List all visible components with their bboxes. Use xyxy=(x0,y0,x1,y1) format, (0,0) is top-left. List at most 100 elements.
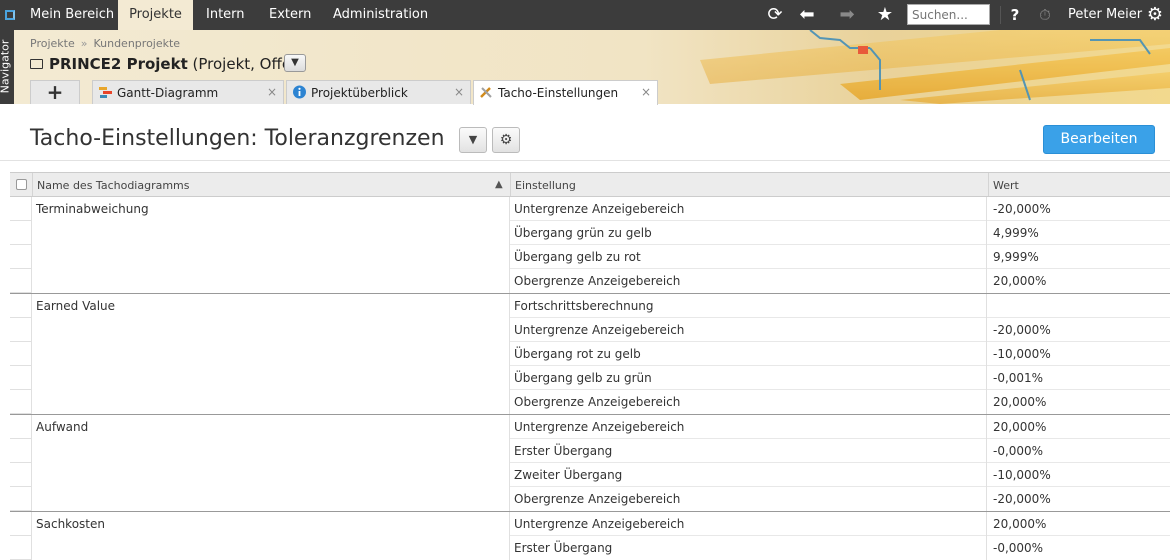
nav-intern[interactable]: Intern xyxy=(206,0,245,30)
nav-projekte[interactable]: Projekte xyxy=(118,0,193,30)
value-cell: -0,000% xyxy=(993,444,1044,458)
row-selector-cell[interactable] xyxy=(10,415,32,439)
close-tab-icon[interactable]: × xyxy=(641,81,651,103)
navigator-panel-toggle[interactable]: Navigator xyxy=(0,30,14,104)
row-selector-cell[interactable] xyxy=(10,463,32,487)
value-cell: -20,000% xyxy=(993,492,1051,506)
setting-cell: Untergrenze Anzeigebereich xyxy=(510,318,987,342)
breadcrumb-separator: » xyxy=(80,37,88,50)
app-logo-icon[interactable] xyxy=(0,0,20,30)
timer-icon[interactable]: ⏱ xyxy=(1033,0,1057,30)
nav-extern[interactable]: Extern xyxy=(269,0,311,30)
row-selector-cell[interactable] xyxy=(10,342,32,366)
project-name: PRINCE2 Projekt xyxy=(49,55,188,73)
table-group: Earned Value Fortschrittsberechnung Unterg… xyxy=(10,294,1170,415)
row-selector-cell[interactable] xyxy=(10,269,32,293)
table-row[interactable]: Übergang gelb zu rot 9,999% xyxy=(510,245,1170,269)
value-cell: -10,000% xyxy=(993,347,1051,361)
column-header-name[interactable]: Name des Tachodiagramms xyxy=(32,173,510,196)
table-row[interactable]: Übergang gelb zu grün -0,001% xyxy=(510,366,1170,390)
setting-rows: Untergrenze Anzeigebereich 20,000% Erster … xyxy=(510,415,1170,511)
page-settings-gear-icon[interactable]: ⚙ xyxy=(492,127,520,153)
value-cell: 20,000% xyxy=(993,274,1047,288)
add-tab-button[interactable]: + xyxy=(30,80,80,104)
row-selector-cell[interactable] xyxy=(10,318,32,342)
value-cell: -20,000% xyxy=(993,323,1051,337)
row-selector-column xyxy=(10,197,32,293)
select-all-checkbox[interactable] xyxy=(16,179,27,190)
table-row[interactable]: Fortschrittsberechnung xyxy=(510,294,1170,318)
sort-ascending-icon[interactable]: ▲ xyxy=(495,179,503,190)
row-selector-cell[interactable] xyxy=(10,512,32,536)
table-row[interactable]: Erster Übergang -0,000% xyxy=(510,536,1170,560)
close-tab-icon[interactable]: × xyxy=(454,81,464,103)
table-row[interactable]: Zweiter Übergang -10,000% xyxy=(510,463,1170,487)
user-name[interactable]: Peter Meier xyxy=(1068,0,1142,30)
help-icon[interactable]: ? xyxy=(1004,0,1026,30)
favorites-star-icon[interactable]: ★ xyxy=(872,0,898,30)
tab-label: Tacho-Einstellungen xyxy=(498,86,619,100)
table-row[interactable]: Übergang grün zu gelb 4,999% xyxy=(510,221,1170,245)
settings-gear-icon[interactable]: ⚙ xyxy=(1142,0,1168,30)
column-header-einstellung[interactable]: Einstellung xyxy=(510,173,988,196)
nav-administration[interactable]: Administration xyxy=(333,0,428,30)
row-selector-cell[interactable] xyxy=(10,197,32,221)
gantt-chart-icon xyxy=(99,87,112,98)
back-arrow-icon[interactable]: ⬅ xyxy=(794,0,820,30)
close-tab-icon[interactable]: × xyxy=(267,81,277,103)
table-group: Sachkosten Untergrenze Anzeigebereich 20,0… xyxy=(10,512,1170,560)
table-row[interactable]: Obergrenze Anzeigebereich -20,000% xyxy=(510,487,1170,511)
value-cell: 9,999% xyxy=(993,250,1039,264)
edit-button[interactable]: Bearbeiten xyxy=(1043,125,1155,154)
setting-cell: Übergang gelb zu rot xyxy=(510,245,987,269)
setting-cell: Obergrenze Anzeigebereich xyxy=(510,269,987,293)
row-selector-cell[interactable] xyxy=(10,221,32,245)
column-header-wert[interactable]: Wert xyxy=(988,173,1170,196)
table-header: Name des Tachodiagramms ▲ Einstellung We… xyxy=(10,172,1170,197)
search-input[interactable] xyxy=(907,4,990,25)
tab-label: Projektüberblick xyxy=(311,86,408,100)
value-cell: -10,000% xyxy=(993,468,1051,482)
row-selector-column xyxy=(10,415,32,511)
setting-cell: Erster Übergang xyxy=(510,439,987,463)
column-header-label: Einstellung xyxy=(515,179,576,192)
value-cell: -0,001% xyxy=(993,371,1044,385)
row-selector-cell[interactable] xyxy=(10,366,32,390)
setting-rows: Untergrenze Anzeigebereich -20,000% Überga… xyxy=(510,197,1170,293)
setting-cell: Untergrenze Anzeigebereich xyxy=(510,512,987,536)
row-selector-cell[interactable] xyxy=(10,487,32,511)
column-header-label: Name des Tachodiagramms xyxy=(37,179,190,192)
toolbar-divider xyxy=(1000,6,1001,24)
forward-arrow-icon[interactable]: ➡ xyxy=(834,0,860,30)
nav-mein-bereich[interactable]: Mein Bereich xyxy=(30,0,114,30)
project-menu-dropdown[interactable]: ▼ xyxy=(284,54,306,72)
info-icon xyxy=(293,85,306,99)
table-row[interactable]: Untergrenze Anzeigebereich 20,000% xyxy=(510,512,1170,536)
table-row[interactable]: Untergrenze Anzeigebereich -20,000% xyxy=(510,197,1170,221)
tab-gantt-diagramm[interactable]: Gantt-Diagramm × xyxy=(92,80,284,104)
table-row[interactable]: Erster Übergang -0,000% xyxy=(510,439,1170,463)
table-row[interactable]: Untergrenze Anzeigebereich -20,000% xyxy=(510,318,1170,342)
row-selector-cell[interactable] xyxy=(10,294,32,318)
breadcrumb: Projekte » Kundenprojekte xyxy=(30,37,180,50)
row-selector-cell[interactable] xyxy=(10,390,32,414)
table-row[interactable]: Untergrenze Anzeigebereich 20,000% xyxy=(510,415,1170,439)
breadcrumb-kundenprojekte[interactable]: Kundenprojekte xyxy=(93,37,180,50)
refresh-icon[interactable]: ⟳ xyxy=(762,0,788,30)
table-row[interactable]: Übergang rot zu gelb -10,000% xyxy=(510,342,1170,366)
table-group: Terminabweichung Untergrenze Anzeigeberei… xyxy=(10,197,1170,294)
tab-projektueberblick[interactable]: Projektüberblick × xyxy=(286,80,471,104)
value-cell: 4,999% xyxy=(993,226,1039,240)
page-menu-dropdown[interactable]: ▼ xyxy=(459,127,487,153)
value-cell: 20,000% xyxy=(993,420,1047,434)
setting-cell: Fortschrittsberechnung xyxy=(510,294,987,318)
row-selector-cell[interactable] xyxy=(10,439,32,463)
tools-icon xyxy=(480,87,492,98)
table-row[interactable]: Obergrenze Anzeigebereich 20,000% xyxy=(510,390,1170,414)
table-row[interactable]: Obergrenze Anzeigebereich 20,000% xyxy=(510,269,1170,293)
value-cell: -0,000% xyxy=(993,541,1044,555)
row-selector-cell[interactable] xyxy=(10,245,32,269)
row-selector-cell[interactable] xyxy=(10,536,32,560)
tab-tacho-einstellungen[interactable]: Tacho-Einstellungen × xyxy=(473,80,658,105)
breadcrumb-projekte[interactable]: Projekte xyxy=(30,37,75,50)
